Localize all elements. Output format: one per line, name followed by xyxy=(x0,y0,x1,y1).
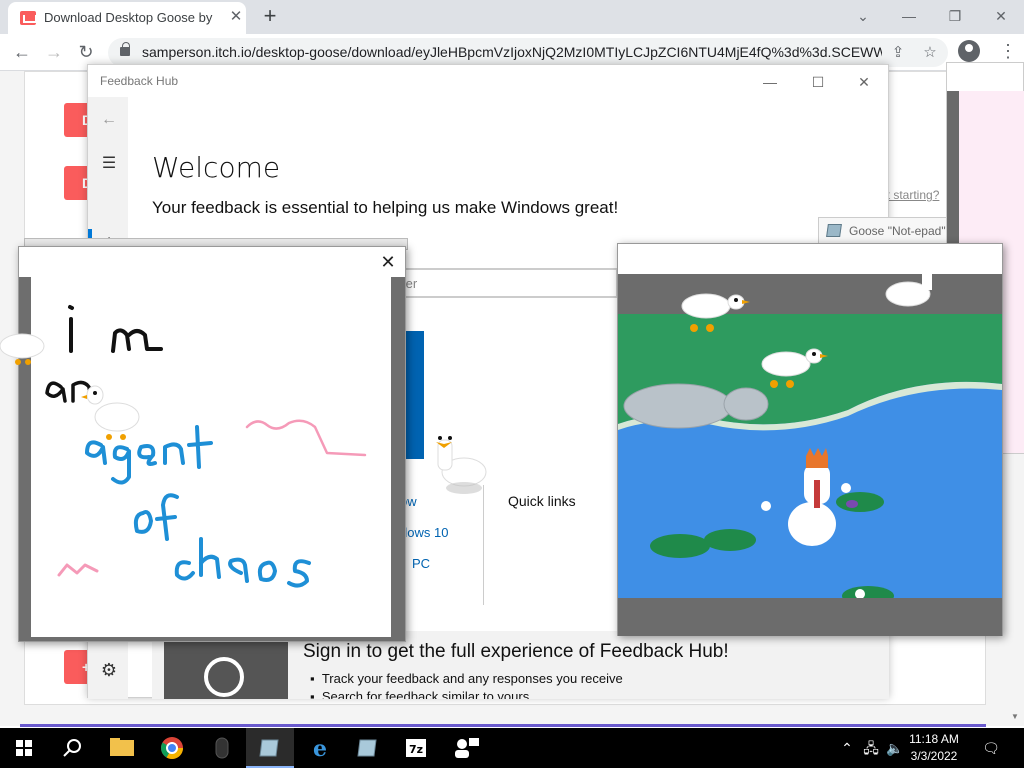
itch-favicon-icon xyxy=(20,11,37,25)
tab-title: Download Desktop Goose by sam xyxy=(44,10,216,25)
chrome-icon[interactable] xyxy=(148,728,196,768)
fh-signin-bullet-1: ▪ Track your feedback and any responses … xyxy=(310,671,623,686)
action-center-icon[interactable]: 🗨 xyxy=(982,739,1000,757)
ink-stroke-pink-2 xyxy=(57,563,99,577)
start-button[interactable] xyxy=(0,728,48,768)
goose-sprite-desktop-left xyxy=(0,333,45,365)
ink-stroke-chaos xyxy=(174,537,311,588)
fh-search-box[interactable]: ter xyxy=(388,268,618,298)
goose-sprite-2 xyxy=(761,348,828,388)
profile-avatar-icon[interactable] xyxy=(958,40,980,62)
drawing-close-icon[interactable]: ✕ xyxy=(377,251,399,273)
ink-stroke-an xyxy=(45,380,93,403)
fh-bullet-text-1: Track your feedback and any responses yo… xyxy=(321,671,623,686)
fh-back-arrow-icon[interactable]: ← xyxy=(96,107,122,133)
drawing-titlebar: ✕ xyxy=(19,247,405,277)
clock-date[interactable]: 3/3/2022 xyxy=(908,749,960,763)
feedback-hub-icon[interactable] xyxy=(442,728,490,768)
fh-avatar-circle-icon xyxy=(204,657,244,697)
windows-logo-icon xyxy=(16,740,32,756)
fh-quick-links-heading: Quick links xyxy=(508,493,576,509)
fh-hamburger-icon[interactable]: ☰ xyxy=(96,151,122,177)
goose-sprite-desktop-center xyxy=(436,436,487,494)
notepad-title: Goose "Not-epad" xyxy=(849,224,946,238)
window-restore-button[interactable]: ❐ xyxy=(932,2,978,30)
ink-stroke-agent xyxy=(85,425,213,485)
fh-signin-bullet-2: ▪ Search for feedback similar to yours xyxy=(310,689,529,699)
share-icon[interactable]: ⇪ xyxy=(888,43,908,63)
fh-settings-gear-icon[interactable]: ⚙ xyxy=(98,659,120,681)
mouse-app-icon[interactable] xyxy=(198,728,246,768)
ink-stroke-pink-1 xyxy=(245,419,367,457)
back-arrow-icon[interactable]: ← xyxy=(10,40,34,64)
goose-notepad-window[interactable]: Goose "Not-epad" xyxy=(818,217,958,244)
clock-time[interactable]: 11:18 AM xyxy=(908,732,960,746)
new-tab-button[interactable]: + xyxy=(258,5,282,29)
fh-signin-title: Sign in to get the full experience of Fe… xyxy=(303,641,729,662)
fh-minimize-button[interactable]: — xyxy=(750,69,790,95)
url-text[interactable]: samperson.itch.io/desktop-goose/download… xyxy=(142,44,882,62)
tab-search-icon[interactable]: ⌄ xyxy=(840,2,886,30)
scroll-down-arrow-icon[interactable]: ▼ xyxy=(1011,712,1019,721)
fh-divider xyxy=(483,485,484,605)
file-explorer-icon[interactable] xyxy=(98,728,146,768)
svg-text:7z: 7z xyxy=(409,743,423,756)
svg-text:e: e xyxy=(313,736,327,762)
lock-icon xyxy=(120,42,130,56)
forward-arrow-icon[interactable]: → xyxy=(42,40,66,64)
drawing-canvas xyxy=(31,277,391,637)
tray-chevron-up-icon[interactable]: ⌃ xyxy=(838,739,856,757)
volume-icon[interactable]: 🔈 xyxy=(886,739,904,757)
browser-menu-icon[interactable]: ⋮ xyxy=(998,40,1018,62)
notepad-taskbar-icon[interactable] xyxy=(246,728,294,768)
goose-sprite-3 xyxy=(885,274,932,307)
fh-link-2[interactable]: dows 10 xyxy=(400,525,448,540)
tab-close-icon[interactable]: ✕ xyxy=(226,7,246,27)
goose-drawing-window[interactable]: ✕ xyxy=(18,246,406,642)
fh-welcome-subtitle: Your feedback is essential to helping us… xyxy=(152,198,619,217)
browser-tab-strip: Download Desktop Goose by sam ✕ + ⌄ — ❐ … xyxy=(0,0,1024,34)
bookmark-star-icon[interactable]: ☆ xyxy=(920,43,940,63)
reload-icon[interactable]: ↻ xyxy=(74,40,98,64)
game-bottom-bar xyxy=(618,598,1002,636)
fh-welcome-heading: Welcome xyxy=(152,151,281,184)
fh-close-button[interactable]: ✕ xyxy=(844,69,884,95)
ink-stroke-of xyxy=(133,493,179,541)
window-minimize-button[interactable]: — xyxy=(886,2,932,30)
goose-sprite-1 xyxy=(681,293,750,332)
windows-taskbar: e 7z ⌃ 🖧 🔈 11:18 AM 3/3/2022 🗨 xyxy=(0,728,1024,768)
geese-overlay xyxy=(681,274,932,388)
feedback-hub-title: Feedback Hub xyxy=(100,74,179,88)
fh-maximize-button[interactable]: ☐ xyxy=(798,69,838,95)
window-close-button[interactable]: ✕ xyxy=(978,2,1024,30)
fh-bullet-text-2: Search for feedback similar to yours xyxy=(321,689,530,699)
goose-game-window[interactable] xyxy=(617,243,1003,636)
taskbar-search-icon[interactable] xyxy=(48,728,96,768)
browser-tab[interactable]: Download Desktop Goose by sam ✕ xyxy=(8,2,246,34)
notepad-taskbar-icon-2[interactable] xyxy=(344,728,392,768)
desktop-screen: Download Desktop Goose by sam ✕ + ⌄ — ❐ … xyxy=(0,0,1024,768)
page-footer-strip xyxy=(20,724,986,727)
edge-icon[interactable]: e xyxy=(296,728,344,768)
notepad-icon xyxy=(826,224,842,237)
address-bar[interactable]: samperson.itch.io/desktop-goose/download… xyxy=(108,38,948,67)
7zip-icon[interactable]: 7z xyxy=(392,728,440,768)
network-icon[interactable]: 🖧 xyxy=(862,739,880,757)
game-titlebar xyxy=(618,244,1002,274)
ink-stroke-i xyxy=(68,305,74,353)
fh-link-3[interactable]: PC xyxy=(412,556,430,571)
ink-stroke-m xyxy=(111,328,163,353)
goose-sprite-canvas xyxy=(81,385,140,440)
